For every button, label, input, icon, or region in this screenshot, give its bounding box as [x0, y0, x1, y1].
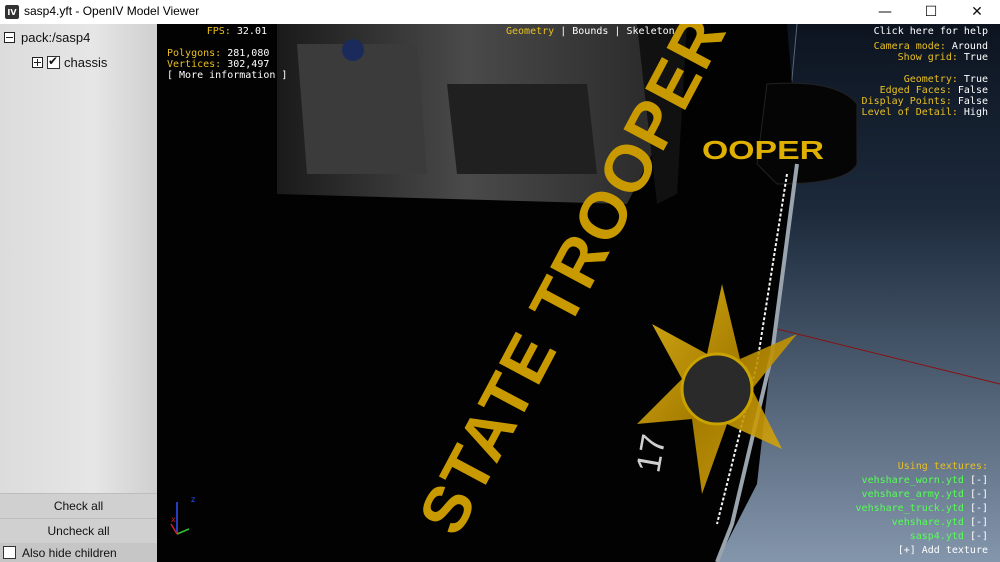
title-bar: IV sasp4.yft - OpenIV Model Viewer — ☐ ✕ — [0, 0, 1000, 24]
remove-texture-button[interactable]: [-] — [970, 503, 988, 514]
svg-text:z: z — [191, 495, 195, 504]
model-tree-panel: pack:/sasp4 chassis Check all Uncheck al… — [0, 24, 157, 562]
render-mode-tabs: Geometry | Bounds | Skeleton — [506, 26, 675, 37]
textures-panel: Using textures: vehshare_worn.ytd [-] ve… — [856, 460, 988, 558]
texture-item: vehshare_army.ytd [-] — [861, 489, 988, 500]
expand-icon[interactable] — [32, 56, 43, 68]
more-information-link[interactable]: [ More information ] — [167, 70, 287, 81]
remove-texture-button[interactable]: [-] — [970, 531, 988, 542]
side-mirror — [756, 82, 858, 185]
check-all-button[interactable]: Check all — [0, 493, 157, 518]
minimize-button[interactable]: — — [862, 0, 908, 24]
tree-root-label: pack:/sasp4 — [21, 29, 91, 45]
level-of-detail-setting[interactable]: Level of Detail: High — [862, 107, 988, 118]
texture-item: vehshare_worn.ytd [-] — [861, 475, 988, 486]
tree-item-chassis[interactable]: chassis — [32, 54, 107, 70]
textures-title: Using textures: — [897, 461, 988, 472]
geometry-setting[interactable]: Geometry: True — [862, 74, 988, 85]
openiv-app-icon: IV — [5, 5, 19, 19]
vertices-row: Vertices: 302,497 — [167, 59, 270, 70]
hide-children-label: Also hide children — [22, 545, 117, 560]
help-link[interactable]: Click here for help — [862, 26, 988, 37]
maximize-button[interactable]: ☐ — [908, 0, 954, 24]
fps-row: FPS: 32.01 — [206, 26, 267, 37]
hide-children-checkbox[interactable] — [3, 546, 16, 559]
emergency-light — [342, 39, 364, 61]
window-title: sasp4.yft - OpenIV Model Viewer — [24, 4, 200, 18]
seat — [297, 44, 427, 174]
collapse-icon[interactable] — [4, 31, 15, 43]
tree-root-item[interactable]: pack:/sasp4 — [4, 29, 90, 45]
uncheck-all-button[interactable]: Uncheck all — [0, 518, 157, 543]
tab-bounds[interactable]: Bounds — [572, 26, 608, 37]
texture-item: vehshare_truck.ytd [-] — [855, 503, 988, 514]
hide-children-option[interactable]: Also hide children — [0, 543, 157, 562]
stats-panel: FPS: 32.01 Polygons: 281,080 Vertices: 3… — [167, 26, 287, 81]
camera-mode-setting[interactable]: Camera mode: Around — [862, 41, 988, 52]
svg-text:x: x — [171, 515, 176, 524]
display-points-setting[interactable]: Display Points: False — [862, 96, 988, 107]
mirror-lettering: OOPER — [702, 137, 824, 165]
close-button[interactable]: ✕ — [954, 0, 1000, 24]
unit-number: 17 — [629, 432, 673, 476]
dashboard — [447, 84, 597, 174]
polygons-row: Polygons: 281,080 — [167, 48, 270, 59]
texture-item: sasp4.ytd [-] — [909, 531, 988, 542]
texture-item: vehshare.ytd [-] — [891, 517, 988, 528]
tree-item-label: chassis — [64, 54, 108, 70]
tab-geometry[interactable]: Geometry — [506, 26, 554, 37]
remove-texture-button[interactable]: [-] — [970, 475, 988, 486]
show-grid-setting[interactable]: Show grid: True — [862, 52, 988, 63]
viewer-settings-panel: Click here for help Camera mode: Around … — [862, 26, 988, 118]
model-viewport[interactable]: STATE TROOPER OOPER 17 z x FPS: 32.01 Po… — [157, 24, 1000, 562]
chassis-visibility-checkbox[interactable] — [47, 54, 60, 69]
add-texture-button[interactable]: [+] Add texture — [856, 544, 988, 558]
remove-texture-button[interactable]: [-] — [970, 517, 988, 528]
remove-texture-button[interactable]: [-] — [970, 489, 988, 500]
tab-skeleton[interactable]: Skeleton — [626, 26, 674, 37]
edged-faces-setting[interactable]: Edged Faces: False — [862, 85, 988, 96]
